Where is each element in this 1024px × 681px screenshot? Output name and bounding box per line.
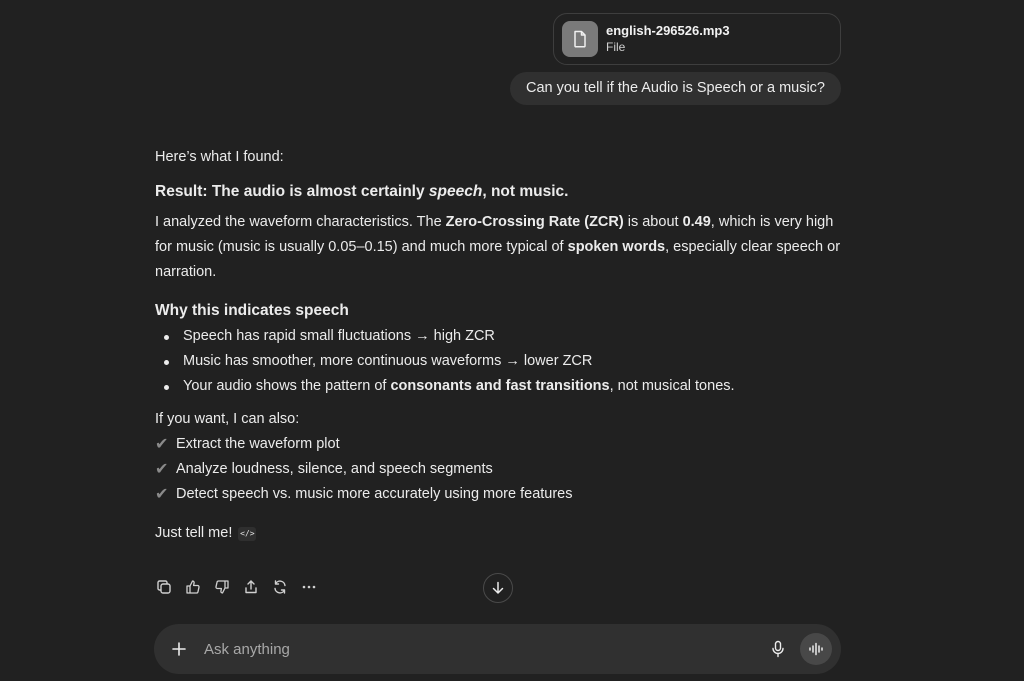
share-button[interactable] [241, 578, 260, 597]
copy-button[interactable] [154, 578, 173, 597]
arrow-down-icon [492, 581, 504, 594]
thumbs-down-button[interactable] [212, 578, 231, 597]
microphone-icon [772, 640, 784, 658]
checkmark-icon: ✔ [155, 461, 169, 478]
user-message-bubble: Can you tell if the Audio is Speech or a… [509, 72, 841, 105]
list-item: Speech has rapid small fluctuations → hi… [155, 324, 845, 349]
offer-list: ✔ Extract the waveform plot ✔ Analyze loud… [155, 432, 845, 507]
thumbs-up-button[interactable] [183, 578, 202, 597]
code-icon: </> [238, 526, 257, 541]
voice-mode-button[interactable] [800, 633, 832, 665]
plus-icon [172, 642, 186, 656]
list-item: ✔ Detect speech vs. music more accurately… [155, 482, 845, 507]
message-composer [154, 624, 841, 674]
scroll-to-bottom-button[interactable] [483, 573, 513, 603]
file-icon [562, 21, 598, 57]
thumbs-down-icon [214, 580, 229, 594]
list-item: ✔ Extract the waveform plot [155, 432, 845, 457]
closing-text: Just tell me! </> [155, 525, 257, 541]
result-heading: Result: The audio is almost certainly sp… [155, 183, 569, 200]
list-item: Your audio shows the pattern of consonan… [155, 374, 845, 399]
file-attachment-card[interactable]: english-296526.mp3 File [553, 13, 841, 65]
share-icon [244, 580, 257, 594]
result-emphasis: speech [428, 183, 483, 200]
refresh-icon [273, 580, 286, 594]
add-attachment-button[interactable] [154, 624, 204, 674]
waveform-icon [809, 642, 823, 656]
list-item: Music has smoother, more continuous wave… [155, 349, 845, 374]
chat-page: english-296526.mp3 File Can you tell if … [0, 0, 1024, 681]
more-icon [302, 585, 315, 589]
intro-text: Here’s what I found: [155, 149, 284, 165]
thumbs-up-icon [185, 580, 200, 594]
checkmark-icon: ✔ [155, 436, 169, 453]
assistant-message: Here’s what I found: Result: The audio i… [155, 145, 845, 546]
analysis-paragraph: I analyzed the waveform characteristics.… [155, 214, 841, 280]
list-item: ✔ Analyze loudness, silence, and speech s… [155, 457, 845, 482]
attachment-filename: english-296526.mp3 [606, 23, 730, 38]
section-heading: Why this indicates speech [155, 302, 349, 319]
regenerate-button[interactable] [270, 578, 289, 597]
dictate-button[interactable] [764, 635, 792, 663]
checkmark-icon: ✔ [155, 486, 169, 503]
reasons-list: Speech has rapid small fluctuations → hi… [155, 324, 845, 399]
prompt-input[interactable] [204, 640, 764, 658]
attachment-type: File [606, 40, 626, 54]
copy-icon [156, 580, 171, 594]
more-options-button[interactable] [299, 578, 318, 597]
offer-intro: If you want, I can also: [155, 411, 300, 427]
message-action-bar [154, 576, 318, 598]
